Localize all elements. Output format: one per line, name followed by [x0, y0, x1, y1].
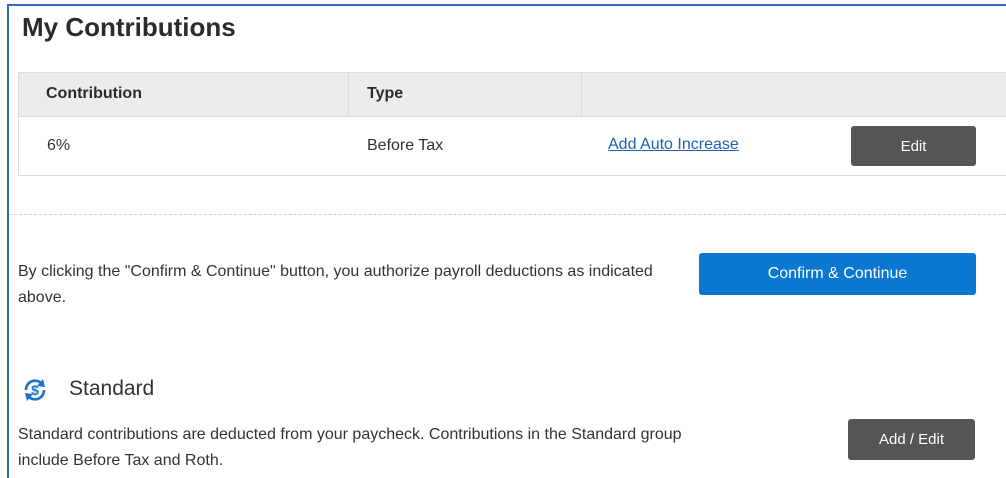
add-edit-button[interactable]: Add / Edit [848, 419, 975, 460]
confirm-continue-button[interactable]: Confirm & Continue [699, 253, 976, 295]
authorization-text: By clicking the "Confirm & Continue" but… [18, 263, 653, 306]
column-header-contribution: Contribution [46, 85, 142, 102]
contribution-type: Before Tax [367, 137, 444, 154]
contribution-value: 6% [47, 137, 71, 154]
standard-description: Standard contributions are deducted from… [18, 426, 682, 469]
svg-text:$: $ [31, 382, 39, 398]
table-header: Contribution Type [19, 73, 1006, 117]
edit-button[interactable]: Edit [851, 126, 976, 166]
add-auto-increase-link[interactable]: Add Auto Increase [608, 136, 739, 154]
column-divider [348, 73, 349, 116]
page-title: My Contributions [22, 12, 236, 42]
section-divider [9, 214, 1006, 215]
column-divider [581, 73, 582, 116]
standard-title: Standard [69, 377, 155, 400]
column-header-type: Type [367, 85, 404, 102]
dollar-cycle-icon: $ [20, 375, 50, 405]
